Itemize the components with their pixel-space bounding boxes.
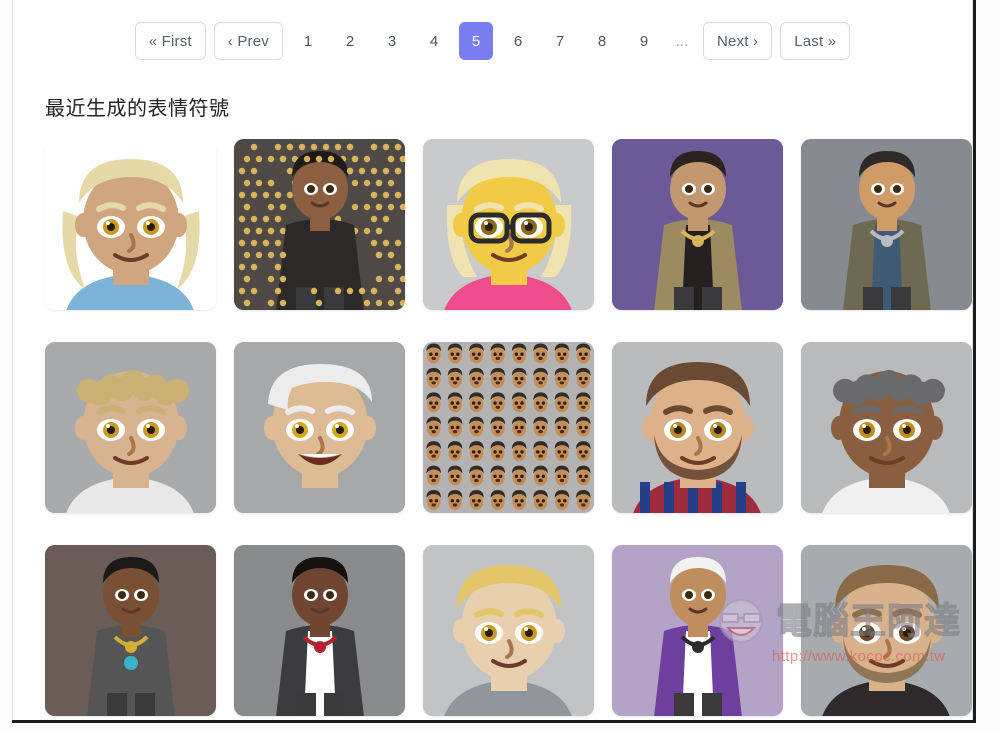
gray-hair-man-white-tee-emoji-art: [801, 342, 972, 513]
bearded-man-hoodie-purple-emoji[interactable]: [612, 139, 783, 310]
repeated-faces-grid-emoji-art: [423, 342, 594, 513]
browser-viewport: « First ‹ Prev 1 2 3 4 5 6 7 8 9 ... Nex…: [0, 0, 1000, 731]
pagination-ellipsis: ...: [669, 22, 695, 60]
dreadlocks-man-gold-dots-emoji[interactable]: [234, 139, 405, 310]
boy-with-blaster-gray-emoji-art: [801, 139, 972, 310]
pagination-first-button[interactable]: « First: [135, 22, 206, 60]
bearded-footballer-man-emoji-art: [612, 342, 783, 513]
elderly-man-purple-vest-emoji-art: [612, 545, 783, 716]
bearded-footballer-man-emoji[interactable]: [612, 342, 783, 513]
bearded-man-gray-gradient-emoji[interactable]: [801, 545, 972, 716]
page-title: 最近生成的表情符號: [45, 92, 972, 121]
pharaoh-tutankhamun-emoji-art: [45, 545, 216, 716]
dreadlocks-man-gold-dots-emoji-art: [234, 139, 405, 310]
bearded-man-hoodie-purple-emoji-art: [612, 139, 783, 310]
emoji-gallery-grid: [45, 139, 972, 716]
boy-with-blaster-gray-emoji[interactable]: [801, 139, 972, 310]
blond-glasses-woman-yellow-emoji[interactable]: [423, 139, 594, 310]
window-edge-bottom: [12, 720, 976, 723]
white-hair-smiling-man-emoji[interactable]: [234, 342, 405, 513]
curly-blond-man-gray-emoji-art: [45, 342, 216, 513]
white-hair-smiling-man-emoji-art: [234, 342, 405, 513]
blond-young-man-gray-emoji-art: [423, 545, 594, 716]
pagination-page-2[interactable]: 2: [333, 22, 367, 60]
pagination-next-button[interactable]: Next ›: [703, 22, 772, 60]
pagination-page-9[interactable]: 9: [627, 22, 661, 60]
blond-young-man-gray-emoji[interactable]: [423, 545, 594, 716]
pagination-page-8[interactable]: 8: [585, 22, 619, 60]
man-in-suit-with-cigar-emoji[interactable]: [234, 545, 405, 716]
curly-blond-man-gray-emoji[interactable]: [45, 342, 216, 513]
pagination-prev-button[interactable]: ‹ Prev: [214, 22, 283, 60]
pagination: « First ‹ Prev 1 2 3 4 5 6 7 8 9 ... Nex…: [13, 0, 972, 64]
gray-hair-man-white-tee-emoji[interactable]: [801, 342, 972, 513]
man-in-suit-with-cigar-emoji-art: [234, 545, 405, 716]
window-edge-right: [973, 0, 976, 722]
pagination-page-1[interactable]: 1: [291, 22, 325, 60]
pagination-last-button[interactable]: Last »: [780, 22, 850, 60]
bearded-man-gray-gradient-emoji-art: [801, 545, 972, 716]
pagination-page-7[interactable]: 7: [543, 22, 577, 60]
pagination-page-6[interactable]: 6: [501, 22, 535, 60]
pharaoh-tutankhamun-emoji[interactable]: [45, 545, 216, 716]
blond-wavy-hair-girl-emoji[interactable]: [45, 139, 216, 310]
blond-wavy-hair-girl-emoji-art: [45, 139, 216, 310]
elderly-man-purple-vest-emoji[interactable]: [612, 545, 783, 716]
pagination-page-4[interactable]: 4: [417, 22, 451, 60]
pagination-page-5-current[interactable]: 5: [459, 22, 493, 60]
pagination-page-3[interactable]: 3: [375, 22, 409, 60]
blond-glasses-woman-yellow-emoji-art: [423, 139, 594, 310]
page-content-frame: « First ‹ Prev 1 2 3 4 5 6 7 8 9 ... Nex…: [12, 0, 973, 722]
repeated-faces-grid-emoji[interactable]: [423, 342, 594, 513]
